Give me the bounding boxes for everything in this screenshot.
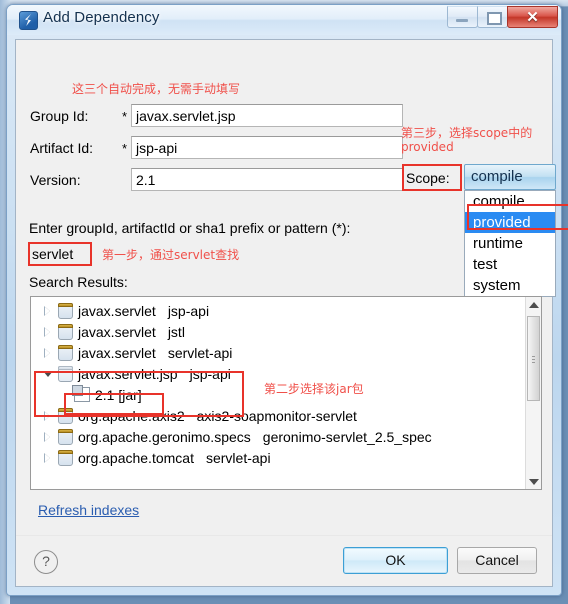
table-row[interactable]: javax.servlet jsp-api [31, 301, 541, 322]
search-prompt-label: Enter groupId, artifactId or sha1 prefix… [29, 220, 351, 236]
dialog-button-bar: ? OK Cancel [16, 535, 552, 586]
result-group: javax.servlet [78, 303, 156, 319]
expand-arrow-icon[interactable] [43, 322, 55, 343]
dialog-client-area: 这三个自动完成，无需手动填写 Group Id: * javax.servlet… [15, 39, 568, 587]
result-version: 2.1 [jar] [95, 387, 142, 403]
scope-option-compile[interactable]: compile [465, 191, 555, 212]
scrollbar-thumb[interactable] [527, 316, 540, 401]
result-artifact: geronimo-servlet_2.5_spec [262, 429, 432, 445]
results-vertical-scrollbar[interactable] [525, 297, 541, 489]
result-group: javax.servlet [78, 345, 156, 361]
title-bar[interactable]: Add Dependency ✕ [7, 5, 561, 35]
table-row[interactable]: javax.servlet jstl [31, 322, 541, 343]
ok-button[interactable]: OK [343, 547, 448, 574]
scope-option-test[interactable]: test [465, 254, 555, 275]
screenshot-root: Add Dependency ✕ 这三个自动完成，无需手动填写 Group Id… [0, 0, 568, 604]
jar-icon [58, 345, 73, 361]
scope-option-runtime[interactable]: runtime [465, 233, 555, 254]
jar-icon [58, 408, 73, 424]
result-artifact: axis2-soapmonitor-servlet [196, 408, 357, 424]
table-row[interactable]: javax.servlet servlet-api [31, 343, 541, 364]
jar-icon [58, 429, 73, 445]
scroll-up-arrow-icon[interactable] [526, 297, 541, 312]
group-id-label: Group Id: [30, 108, 89, 124]
cancel-button[interactable]: Cancel [457, 547, 537, 574]
jar-icon [58, 366, 73, 382]
expand-arrow-icon[interactable] [43, 427, 55, 448]
result-artifact: servlet-api [167, 345, 233, 361]
table-row[interactable]: org.apache.axis2 axis2-soapmonitor-servle… [31, 406, 541, 427]
expand-arrow-icon[interactable] [43, 343, 55, 364]
result-artifact: jsp-api [189, 366, 231, 382]
maven-dependency-icon [19, 11, 38, 30]
result-group: javax.servlet.jsp [78, 366, 178, 382]
scope-option-provided[interactable]: provided [465, 212, 555, 233]
result-group: org.apache.axis2 [78, 408, 185, 424]
expand-arrow-icon[interactable] [43, 301, 55, 322]
scope-option-system[interactable]: system [465, 275, 555, 296]
collapse-arrow-icon[interactable] [43, 364, 55, 385]
result-group: org.apache.geronimo.specs [78, 429, 251, 445]
add-dependency-dialog: Add Dependency ✕ 这三个自动完成，无需手动填写 Group Id… [6, 4, 568, 596]
result-artifact: jstl [167, 324, 185, 340]
minimize-button[interactable] [447, 6, 478, 28]
annotation-autocomplete-note: 这三个自动完成，无需手动填写 [72, 82, 241, 96]
version-label: Version: [30, 172, 81, 188]
artifact-id-required-mark: * [122, 141, 128, 156]
search-input[interactable]: servlet [30, 243, 88, 265]
group-id-required-mark: * [122, 109, 128, 124]
jar-icon [58, 324, 73, 340]
result-group: javax.servlet [78, 324, 156, 340]
result-group: org.apache.tomcat [78, 450, 194, 466]
scroll-down-arrow-icon[interactable] [526, 474, 541, 489]
close-button[interactable]: ✕ [507, 6, 558, 28]
window-controls: ✕ [447, 6, 558, 28]
group-id-input[interactable]: javax.servlet.jsp [131, 104, 403, 127]
window-title: Add Dependency [43, 9, 160, 26]
result-artifact: jsp-api [167, 303, 210, 319]
annotation-step-two: 第二步选择该jar包 [264, 382, 364, 396]
scope-label: Scope: [406, 170, 450, 186]
annotation-step-one: 第一步，通过servlet查找 [102, 248, 240, 262]
version-input[interactable]: 2.1 [131, 168, 403, 191]
scope-dropdown-list[interactable]: compile provided runtime test system [464, 190, 556, 297]
artifact-id-input[interactable]: jsp-api [131, 136, 403, 159]
scope-combobox[interactable]: compile [464, 164, 556, 190]
close-icon: ✕ [526, 9, 539, 26]
annotation-scope-note: 第三步，选择scope中的 provided [401, 126, 533, 154]
table-row[interactable]: org.apache.geronimo.specs geronimo-servle… [31, 427, 541, 448]
result-artifact: servlet-api [205, 450, 271, 466]
artifact-id-label: Artifact Id: [30, 140, 94, 156]
table-row[interactable]: org.apache.tomcat servlet-api [31, 448, 541, 469]
jar-icon [58, 450, 73, 466]
expand-arrow-icon[interactable] [43, 406, 55, 427]
expand-arrow-icon[interactable] [43, 448, 55, 469]
search-results-label: Search Results: [29, 274, 128, 290]
refresh-indexes-link[interactable]: Refresh indexes [38, 502, 139, 518]
help-icon[interactable]: ? [34, 550, 58, 574]
version-icon [72, 385, 90, 402]
maximize-button[interactable] [477, 6, 508, 28]
jar-icon [58, 303, 73, 319]
dialog-content: 这三个自动完成，无需手动填写 Group Id: * javax.servlet… [16, 40, 568, 538]
